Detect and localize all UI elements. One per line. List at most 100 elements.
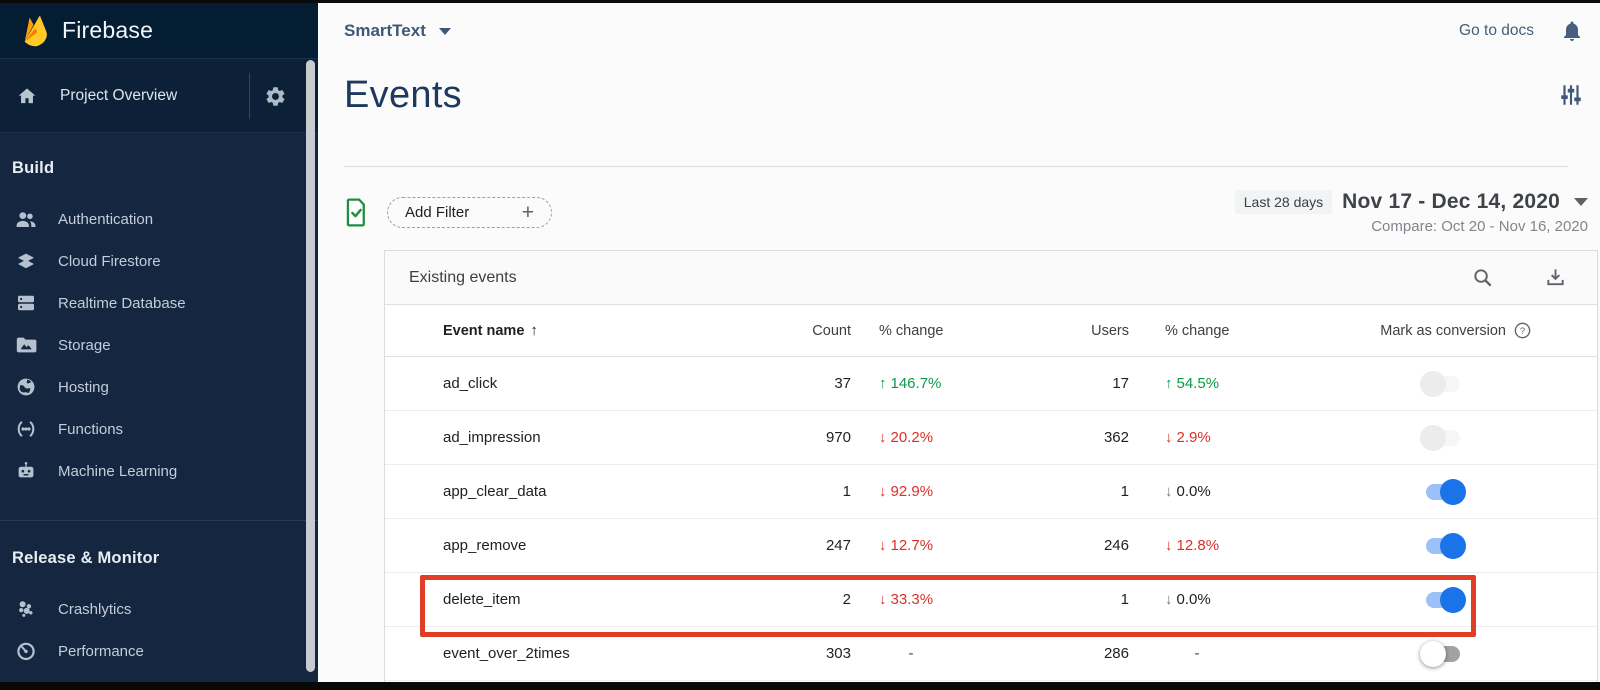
sidebar-item-label: Authentication — [58, 211, 153, 228]
conversion-cell — [1289, 533, 1597, 559]
arrow-down-icon: ↓ — [879, 591, 887, 608]
users-cell: 1 — [1011, 483, 1129, 500]
sidebar-item-label: Cloud Firestore — [58, 253, 161, 270]
sidebar-section-label: Build — [0, 155, 318, 182]
project-settings-gear-icon[interactable] — [264, 85, 287, 108]
sidebar-item-functions[interactable]: Functions — [0, 408, 318, 450]
table-row-ad_impression: ad_impression970↓20.2%362↓2.9% — [385, 411, 1597, 465]
count-cell: 247 — [743, 537, 851, 554]
home-icon — [16, 85, 38, 107]
sidebar-item-label: Hosting — [58, 379, 109, 396]
notifications-bell-icon[interactable] — [1560, 19, 1584, 43]
percent-change-value: 92.9% — [891, 483, 934, 500]
firebase-brand[interactable]: Firebase — [0, 3, 318, 58]
mark-as-conversion-toggle[interactable] — [1420, 587, 1466, 613]
sidebar-item-authentication[interactable]: Authentication — [0, 198, 318, 240]
plus-icon: + — [522, 202, 534, 223]
arrow-down-icon: ↓ — [879, 429, 887, 446]
users-cell: 17 — [1011, 375, 1129, 392]
toggle-knob — [1440, 533, 1466, 559]
mark-as-conversion-toggle[interactable] — [1420, 425, 1466, 451]
firebase-flame-icon — [22, 13, 49, 49]
sidebar-item-performance[interactable]: Performance — [0, 630, 318, 672]
compare-range-label: Compare: Oct 20 - Nov 16, 2020 — [1371, 218, 1588, 235]
percent-change-value: 12.8% — [1177, 537, 1220, 554]
window-bottom-edge — [0, 682, 1600, 690]
sidebar-item-project-overview[interactable]: Project Overview — [0, 58, 318, 133]
percent-change-value: 146.7% — [891, 375, 942, 392]
percent-change-cell: ↓0.0% — [1129, 483, 1289, 500]
percent-change-value: 0.0% — [1177, 483, 1211, 500]
table-row-delete_item: delete_item2↓33.3%1↓0.0% — [385, 573, 1597, 627]
speedometer-icon — [14, 639, 38, 663]
arrow-down-icon: ↓ — [879, 537, 887, 554]
tune-filters-icon[interactable] — [1558, 82, 1584, 108]
sidebar-item-machine-learning[interactable]: Machine Learning — [0, 450, 318, 492]
column-header-users[interactable]: Users — [1011, 323, 1129, 339]
column-header-count-change[interactable]: % change — [851, 323, 1011, 339]
sidebar-item-cloud-firestore[interactable]: Cloud Firestore — [0, 240, 318, 282]
percent-change-value: 0.0% — [1177, 591, 1211, 608]
arrow-down-icon: ↓ — [1165, 483, 1173, 500]
event-name-cell: delete_item — [443, 591, 743, 608]
table-header-row: Event name ↑ Count % change Users % chan… — [385, 305, 1597, 357]
percent-change-cell: - — [1129, 645, 1289, 662]
event-name-cell: event_over_2times — [443, 645, 743, 662]
table-row-app_remove: app_remove247↓12.7%246↓12.8% — [385, 519, 1597, 573]
sidebar-item-crashlytics[interactable]: Crashlytics — [0, 588, 318, 630]
card-header: Existing events — [385, 251, 1597, 305]
event-name-cell: ad_impression — [443, 429, 743, 446]
project-selector[interactable]: SmartText — [344, 21, 451, 41]
mark-as-conversion-toggle[interactable] — [1420, 641, 1466, 667]
column-header-mark-as-conversion: Mark as conversion ? — [1289, 322, 1597, 339]
topbar: SmartText Go to docs — [344, 3, 1600, 59]
percent-change-cell: ↑146.7% — [851, 375, 1011, 392]
sidebar-scrollbar[interactable] — [306, 60, 315, 672]
data-status-check-icon — [344, 197, 369, 228]
event-name-cell: app_remove — [443, 537, 743, 554]
add-filter-button[interactable]: Add Filter + — [387, 197, 552, 228]
chevron-down-icon — [439, 28, 451, 35]
help-icon[interactable]: ? — [1514, 322, 1531, 339]
sidebar: Firebase Project Overview Build Authentic… — [0, 3, 318, 690]
column-label: Event name — [443, 323, 524, 339]
column-header-count[interactable]: Count — [743, 323, 851, 339]
sidebar-item-realtime-database[interactable]: Realtime Database — [0, 282, 318, 324]
sidebar-item-label: Functions — [58, 421, 123, 438]
date-range-picker[interactable]: Last 28 days Nov 17 - Dec 14, 2020 Compa… — [1235, 190, 1588, 235]
mark-as-conversion-toggle[interactable] — [1420, 371, 1466, 397]
divider — [249, 73, 250, 119]
mark-as-conversion-toggle[interactable] — [1420, 479, 1466, 505]
search-icon[interactable] — [1471, 266, 1494, 289]
toggle-knob — [1440, 587, 1466, 613]
percent-change-cell: ↓2.9% — [1129, 429, 1289, 446]
users-cell: 362 — [1011, 429, 1129, 446]
database-icon — [14, 291, 38, 315]
percent-change-cell: ↓20.2% — [851, 429, 1011, 446]
mark-as-conversion-toggle[interactable] — [1420, 533, 1466, 559]
table-row-app_clear_data: app_clear_data1↓92.9%1↓0.0% — [385, 465, 1597, 519]
toggle-knob — [1420, 641, 1446, 667]
sidebar-item-storage[interactable]: Storage — [0, 324, 318, 366]
column-header-users-change[interactable]: % change — [1129, 323, 1289, 339]
svg-text:?: ? — [1520, 326, 1525, 336]
go-to-docs-link[interactable]: Go to docs — [1459, 22, 1534, 40]
page-title: Events — [344, 74, 462, 117]
date-range-chip: Last 28 days — [1235, 190, 1332, 214]
sidebar-section-label: Release & Monitor — [0, 545, 318, 572]
sidebar-item-hosting[interactable]: Hosting — [0, 366, 318, 408]
sidebar-item-label: Storage — [58, 337, 111, 354]
robot-icon — [14, 459, 38, 483]
count-cell: 303 — [743, 645, 851, 662]
download-icon[interactable] — [1544, 266, 1567, 289]
percent-change-cell: ↑54.5% — [1129, 375, 1289, 392]
percent-change-cell: ↓12.8% — [1129, 537, 1289, 554]
arrow-down-icon: ↓ — [1165, 537, 1173, 554]
toggle-knob — [1420, 371, 1446, 397]
column-header-event-name[interactable]: Event name ↑ — [443, 322, 743, 339]
sidebar-item-label: Performance — [58, 643, 144, 660]
divider — [0, 520, 318, 521]
functions-icon — [14, 417, 38, 441]
arrow-down-icon: ↓ — [1165, 591, 1173, 608]
crashlytics-icon — [14, 597, 38, 621]
